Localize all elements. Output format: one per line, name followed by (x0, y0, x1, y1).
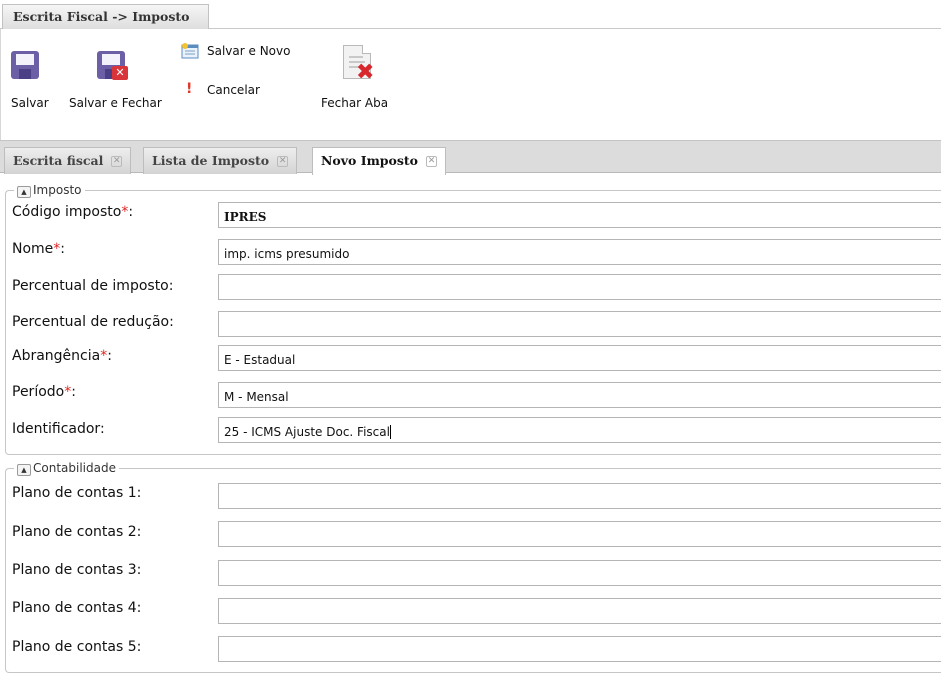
tab-novo-imposto[interactable]: Novo Imposto ✕ (312, 147, 447, 175)
percentual-imposto-label: Percentual de imposto: (12, 278, 174, 294)
floppy-disk-close-icon: ✕ (97, 51, 128, 80)
plano-contas-2-field[interactable] (218, 521, 941, 547)
collapse-icon[interactable]: ▲ (17, 464, 31, 476)
percentual-reducao-field[interactable] (218, 311, 941, 337)
close-document-icon: ✖ (343, 45, 374, 84)
save-and-new-button[interactable]: Salvar e Novo (181, 41, 301, 63)
plano-contas-5-label: Plano de contas 5: (12, 639, 142, 655)
plano-contas-1-field[interactable] (218, 483, 941, 509)
percentual-imposto-field[interactable] (218, 274, 941, 300)
codigo-field[interactable]: IPRES (218, 202, 941, 228)
close-icon[interactable]: ✕ (111, 156, 123, 167)
save-and-close-label: Salvar e Fechar (69, 96, 162, 110)
periodo-select[interactable]: M - Mensal (218, 382, 941, 408)
close-icon[interactable]: ✕ (426, 156, 438, 167)
tab-escrita-fiscal[interactable]: Escrita fiscal ✕ (4, 147, 132, 174)
abrangencia-select[interactable]: E - Estadual (218, 345, 941, 371)
new-document-icon (181, 43, 199, 59)
tab-label: Lista de Imposto (152, 153, 270, 168)
contabilidade-legend: ▲ Contabilidade (14, 461, 119, 476)
save-and-new-label: Salvar e Novo (207, 44, 291, 58)
cancel-label: Cancelar (207, 83, 260, 97)
cancel-button[interactable]: ! Cancelar (181, 79, 281, 101)
floppy-disk-icon (11, 51, 39, 79)
window-tab-strip: Escrita Fiscal -> Imposto (0, 0, 941, 29)
plano-contas-3-field[interactable] (218, 560, 941, 586)
plano-contas-3-label: Plano de contas 3: (12, 562, 142, 578)
save-button[interactable]: Salvar (5, 47, 53, 117)
collapse-icon[interactable]: ▲ (17, 186, 31, 198)
plano-contas-2-label: Plano de contas 2: (12, 524, 142, 540)
exclamation-icon: ! (186, 81, 193, 97)
percentual-reducao-label: Percentual de redução: (12, 314, 174, 330)
plano-contas-5-field[interactable] (218, 636, 941, 662)
legend-label: Contabilidade (33, 461, 116, 475)
window-tab[interactable]: Escrita Fiscal -> Imposto (2, 4, 209, 29)
plano-contas-1-label: Plano de contas 1: (12, 485, 142, 501)
plano-contas-4-label: Plano de contas 4: (12, 600, 142, 616)
identificador-label: Identificador: (12, 421, 105, 437)
legend-label: Imposto (33, 183, 82, 197)
plano-contas-4-field[interactable] (218, 598, 941, 624)
save-button-label: Salvar (11, 96, 49, 110)
periodo-label: Período*: (12, 384, 76, 400)
close-icon[interactable]: ✕ (277, 156, 289, 167)
save-and-close-button[interactable]: ✕ Salvar e Fechar (67, 47, 172, 117)
text-caret (389, 425, 391, 439)
close-tab-label: Fechar Aba (321, 96, 389, 110)
tab-lista-de-imposto[interactable]: Lista de Imposto ✕ (143, 147, 298, 174)
tab-label: Escrita fiscal (13, 153, 104, 168)
close-tab-button[interactable]: ✖ Fechar Aba (317, 43, 399, 119)
identificador-value: 25 - ICMS Ajuste Doc. Fiscal (224, 425, 390, 439)
nome-field[interactable]: imp. icms presumido (218, 239, 941, 265)
page-tab-bar: Escrita fiscal ✕ Lista de Imposto ✕ Novo I… (0, 140, 941, 175)
identificador-select[interactable]: 25 - ICMS Ajuste Doc. Fiscal (218, 417, 941, 443)
imposto-legend: ▲ Imposto (14, 183, 85, 198)
nome-label: Nome*: (12, 241, 66, 257)
codigo-label: Código imposto*: (12, 204, 134, 220)
toolbar: Salvar ✕ Salvar e Fechar Salvar e Novo !… (0, 29, 941, 140)
tab-label: Novo Imposto (321, 153, 419, 168)
abrangencia-label: Abrangência*: (12, 348, 112, 364)
